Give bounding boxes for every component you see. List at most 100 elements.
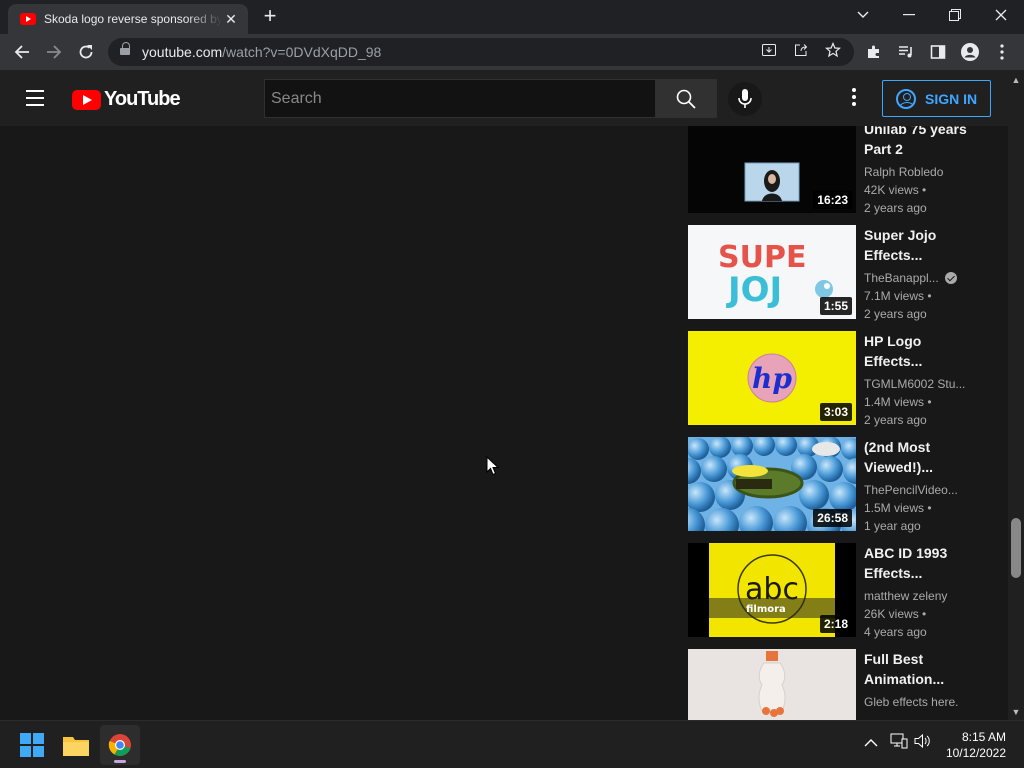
extensions-icon[interactable]	[860, 38, 888, 66]
scroll-down-arrow-icon[interactable]: ▼	[1008, 704, 1024, 720]
chrome-taskbar-button[interactable]	[100, 725, 140, 765]
recommendation-item[interactable]: SUPE JOJ 1:55 Super Jojo Effects... TheB…	[688, 225, 988, 331]
youtube-play-logo-icon	[72, 89, 101, 110]
channel-name[interactable]: matthew zeleny	[864, 587, 972, 605]
profile-icon[interactable]	[956, 38, 984, 66]
verified-badge-icon	[944, 272, 957, 284]
video-meta: Unilab 75 years Part 2 Ralph Robledo 42K…	[864, 126, 972, 217]
channel-name[interactable]: Ralph Robledo	[864, 163, 972, 181]
chrome-menu-icon[interactable]	[988, 38, 1016, 66]
video-meta: Super Jojo Effects... TheBanappl... 7.1M…	[864, 225, 972, 323]
search-input[interactable]	[265, 80, 655, 117]
tab-close-icon[interactable]: ✕	[222, 11, 240, 28]
video-thumbnail[interactable]: 26:58	[688, 437, 856, 531]
youtube-logo-text: YouTube	[104, 88, 181, 110]
video-duration: 3:03	[819, 403, 852, 421]
restore-button[interactable]	[932, 0, 978, 30]
channel-name[interactable]: ThePencilVideo...	[864, 481, 972, 499]
forward-button[interactable]	[40, 38, 68, 66]
channel-name-text: ThePencilVideo...	[864, 483, 958, 497]
volume-icon[interactable]	[912, 733, 934, 755]
account-circle-icon	[896, 88, 916, 109]
video-thumbnail[interactable]: hp 3:03	[688, 331, 856, 425]
side-panel-icon[interactable]	[924, 38, 952, 66]
video-thumbnail[interactable]: 16:23	[688, 126, 856, 213]
thumbnail-image	[758, 651, 786, 717]
search-button[interactable]	[655, 79, 717, 118]
settings-menu-icon[interactable]	[844, 88, 864, 108]
browser-tab[interactable]: Skoda logo reverse sponsored by Klasky C…	[8, 4, 248, 34]
youtube-logo[interactable]: YouTube	[72, 88, 181, 111]
file-explorer-button[interactable]	[56, 725, 96, 765]
channel-name[interactable]: TGMLM6002 Stu...	[864, 375, 972, 393]
url-text[interactable]: youtube.com/watch?v=0DVdXqDD_98	[142, 44, 381, 60]
video-title[interactable]: Super Jojo Effects...	[864, 225, 972, 265]
back-button[interactable]	[8, 38, 36, 66]
new-tab-button[interactable]: +	[258, 5, 282, 29]
taskbar-clock[interactable]: 8:15 AM 10/12/2022	[946, 729, 1006, 761]
video-title[interactable]: ABC ID 1993 Effects...	[864, 543, 972, 583]
upload-age: 2 years ago	[864, 413, 927, 427]
reload-button[interactable]	[72, 38, 100, 66]
close-window-button[interactable]	[978, 0, 1024, 30]
tab-search-icon[interactable]	[840, 0, 886, 30]
view-count-text: 42K views	[864, 183, 919, 197]
recommendation-item[interactable]: Full Best Animation... Gleb effects here…	[688, 649, 988, 720]
channel-name[interactable]: Gleb effects here.	[864, 693, 972, 711]
search-box	[264, 79, 655, 118]
install-app-icon[interactable]	[758, 42, 780, 62]
scrollbar-thumb[interactable]	[1011, 518, 1021, 578]
video-meta: Full Best Animation... Gleb effects here…	[864, 649, 972, 711]
upload-age: 2 years ago	[864, 307, 927, 321]
page-scrollbar[interactable]: ▲ ▼	[1008, 70, 1024, 720]
channel-name[interactable]: TheBanappl...	[864, 269, 972, 287]
clock-time: 8:15 AM	[961, 730, 1006, 744]
network-icon[interactable]	[888, 733, 910, 755]
video-title[interactable]: HP Logo Effects...	[864, 331, 972, 371]
recommendation-item[interactable]: abc filmora 2:18 ABC ID 1993 Effects... …	[688, 543, 988, 649]
video-thumbnail[interactable]: abc filmora 2:18	[688, 543, 856, 637]
view-count-text: 26K views	[864, 607, 919, 621]
sign-in-label: SIGN IN	[925, 90, 978, 107]
view-count: 26K views •	[864, 607, 927, 621]
recommendation-item[interactable]: 26:58 (2nd Most Viewed!)... ThePencilVid…	[688, 437, 988, 543]
share-icon[interactable]	[790, 42, 812, 62]
video-duration: 1:55	[819, 297, 852, 315]
view-count-text: 1.5M views	[864, 501, 925, 515]
youtube-masthead: YouTube SIGN IN	[0, 70, 1008, 126]
upload-age: 4 years ago	[864, 625, 927, 639]
recommendation-item[interactable]: 16:23 Unilab 75 years Part 2 Ralph Roble…	[688, 126, 988, 225]
show-hidden-icons-chevron-icon[interactable]	[860, 733, 882, 755]
url-path: /watch?v=0DVdXqDD_98	[222, 44, 382, 60]
sign-in-button[interactable]: SIGN IN	[882, 80, 991, 117]
scroll-up-arrow-icon[interactable]: ▲	[1008, 72, 1024, 88]
lock-icon[interactable]	[120, 42, 130, 56]
upload-age: 2 years ago	[864, 201, 927, 215]
video-title[interactable]: Full Best Animation...	[864, 649, 972, 689]
start-button[interactable]	[12, 725, 52, 765]
jojo-thumb-line2: JOJ	[726, 270, 782, 310]
mouse-cursor-icon	[486, 456, 500, 476]
voice-search-button[interactable]	[728, 82, 762, 116]
upload-age: 1 year ago	[864, 519, 921, 533]
watch-page: 16:23 Unilab 75 years Part 2 Ralph Roble…	[0, 126, 1008, 720]
video-title[interactable]: (2nd Most Viewed!)...	[864, 437, 972, 477]
video-thumbnail[interactable]: SUPE JOJ 1:55	[688, 225, 856, 319]
media-control-icon[interactable]	[892, 38, 920, 66]
recommendation-item[interactable]: hp 3:03 HP Logo Effects... TGMLM6002 Stu…	[688, 331, 988, 437]
channel-name-text: matthew zeleny	[864, 589, 948, 603]
channel-name-text: TheBanappl...	[864, 271, 939, 285]
view-count-text: 7.1M views	[864, 289, 925, 303]
guide-menu-icon[interactable]	[26, 90, 46, 106]
address-bar[interactable]: youtube.com/watch?v=0DVdXqDD_98	[108, 38, 854, 66]
minimize-button[interactable]	[886, 0, 932, 30]
video-thumbnail[interactable]	[688, 649, 856, 720]
video-player-area[interactable]	[0, 126, 672, 720]
view-count: 1.4M views •	[864, 395, 932, 409]
bookmark-star-icon[interactable]	[822, 41, 844, 62]
video-meta: HP Logo Effects... TGMLM6002 Stu... 1.4M…	[864, 331, 972, 429]
video-meta: ABC ID 1993 Effects... matthew zeleny 26…	[864, 543, 972, 641]
video-title[interactable]: Unilab 75 years Part 2	[864, 126, 972, 159]
recommendations-list: 16:23 Unilab 75 years Part 2 Ralph Roble…	[688, 126, 988, 720]
view-count: 42K views •	[864, 183, 927, 197]
